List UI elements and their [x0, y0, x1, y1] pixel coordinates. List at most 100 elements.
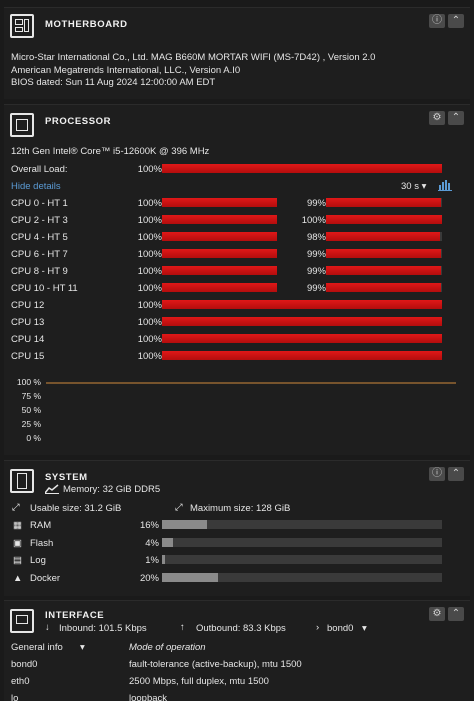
overall-load-fill: [162, 164, 442, 173]
inbound-icon: ↓: [45, 622, 50, 633]
cpu-ht-percent: 99%: [306, 198, 326, 209]
interface-select[interactable]: bond0: [327, 623, 353, 634]
storage-fill: [162, 555, 165, 564]
graph-axis-label: 100 %: [16, 377, 41, 387]
cpu-core-label: CPU 0 - HT 1: [11, 198, 68, 209]
interface-select-caret[interactable]: ▾: [362, 623, 367, 634]
flash-icon: ▣: [13, 537, 22, 549]
network-icon: [10, 609, 34, 633]
interface-panel: INTERFACE ⚙ ⌃ ↓ Inbound: 101.5 Kbps ↑ Ou…: [4, 600, 470, 701]
cpu-ht-bar: [326, 198, 442, 207]
cpu-ht-bar: [326, 215, 442, 224]
interface-row-name: eth0: [11, 676, 30, 687]
cpu-ht-percent: 100%: [301, 215, 326, 226]
docker-icon: ▲: [13, 572, 23, 584]
storage-label: RAM: [30, 520, 52, 531]
cpu-core-fill: [162, 351, 442, 360]
cpu-core-fill: [162, 198, 277, 207]
settings-button[interactable]: ⚙: [429, 111, 445, 125]
cpu-core-bar: [162, 300, 442, 309]
cpu-core-bar: [162, 317, 442, 326]
graph-axis-label: 75 %: [21, 391, 41, 401]
interface-title: INTERFACE: [45, 610, 105, 621]
interface-select-arrow[interactable]: ›: [316, 622, 319, 633]
cpu-core-fill: [162, 249, 277, 258]
cpu-core-bar: [162, 232, 277, 241]
info-button[interactable]: ⓘ: [429, 467, 445, 481]
interface-row-value: loopback: [129, 693, 168, 701]
collapse-button[interactable]: ⌃: [448, 467, 464, 481]
storage-fill: [162, 572, 218, 582]
storage-percent: 1%: [145, 555, 159, 566]
cpu-ht-percent: 98%: [306, 232, 326, 243]
processor-title: PROCESSOR: [45, 116, 112, 127]
info-select-caret[interactable]: ▾: [80, 642, 85, 653]
cpu-core-fill: [162, 317, 442, 326]
log-icon: ▤: [13, 555, 22, 566]
cpu-ht-bar: [326, 266, 442, 275]
cpu-core-fill: [162, 266, 277, 275]
cpu-ht-fill: [326, 198, 441, 207]
load-graph: [46, 375, 456, 435]
cpu-core-bar: [162, 249, 277, 258]
cpu-core-percent: 100%: [137, 198, 162, 209]
cpu-ht-bar: [326, 249, 442, 258]
cpu-core-bar: [162, 351, 442, 360]
storage-percent: 16%: [139, 520, 159, 531]
cpu-core-label: CPU 13: [11, 317, 45, 328]
motherboard-line-1: Micro-Star International Co., Ltd. MAG B…: [11, 52, 376, 63]
cpu-core-label: CPU 14: [11, 334, 45, 345]
maximum-size: Maximum size: 128 GiB: [190, 503, 291, 514]
maximum-size-icon: ⤢: [175, 502, 183, 513]
storage-bar: [162, 555, 442, 564]
interface-row-value: fault-tolerance (active-backup), mtu 150…: [129, 659, 302, 670]
system-panel: SYSTEM ⓘ ⌃ Memory: 32 GiB DDR5 ⤢ Usable …: [4, 460, 470, 596]
interval-select[interactable]: 30 s ▾: [401, 181, 426, 192]
storage-fill: [162, 520, 207, 529]
info-button[interactable]: ⓘ: [429, 14, 445, 28]
hide-details-link[interactable]: Hide details: [11, 181, 61, 192]
storage-percent: 20%: [139, 572, 159, 584]
interface-row-value: 2500 Mbps, full duplex, mtu 1500: [129, 676, 269, 687]
cpu-core-percent: 100%: [137, 283, 162, 294]
cpu-ht-percent: 99%: [306, 266, 326, 277]
cpu-core-bar: [162, 266, 277, 275]
cpu-core-percent: 100%: [137, 215, 162, 226]
storage-label: Docker: [30, 572, 61, 584]
cpu-core-fill: [162, 232, 277, 241]
usable-size: Usable size: 31.2 GiB: [30, 503, 122, 514]
cpu-core-fill: [162, 300, 442, 309]
system-icon: [10, 469, 34, 493]
storage-bar: [162, 572, 442, 582]
motherboard-line-2: American Megatrends International, LLC.,…: [11, 65, 241, 76]
cpu-ht-percent: 99%: [306, 249, 326, 260]
cpu-core-label: CPU 10 - HT 11: [11, 283, 78, 294]
chart-toggle-icon[interactable]: [438, 179, 452, 191]
storage-percent: 4%: [145, 537, 159, 549]
cpu-core-fill: [162, 283, 277, 292]
collapse-button[interactable]: ⌃: [448, 111, 464, 125]
processor-panel: PROCESSOR ⚙ ⌃ 12th Gen Intel® Core™ i5-1…: [4, 104, 470, 455]
cpu-core-bar: [162, 215, 277, 224]
info-select[interactable]: General info: [11, 642, 63, 653]
processor-model: 12th Gen Intel® Core™ i5-12600K @ 396 MH…: [11, 146, 210, 157]
usable-size-icon: ⤢: [12, 502, 20, 513]
collapse-button[interactable]: ⌃: [448, 14, 464, 28]
cpu-core-fill: [162, 334, 442, 343]
cpu-ht-fill: [326, 249, 441, 258]
settings-button[interactable]: ⚙: [429, 607, 445, 621]
outbound-icon: ↑: [180, 622, 185, 633]
cpu-core-percent: 100%: [137, 300, 162, 311]
overall-load-label: Overall Load:: [11, 164, 68, 175]
cpu-core-fill: [162, 215, 277, 224]
cpu-ht-fill: [326, 232, 440, 241]
cpu-core-label: CPU 4 - HT 5: [11, 232, 68, 243]
memory-summary: Memory: 32 GiB DDR5: [63, 484, 161, 495]
cpu-core-percent: 100%: [137, 266, 162, 277]
storage-fill: [162, 537, 174, 547]
collapse-button[interactable]: ⌃: [448, 607, 464, 621]
cpu-core-percent: 100%: [137, 334, 162, 345]
cpu-core-label: CPU 6 - HT 7: [11, 249, 68, 260]
cpu-core-label: CPU 8 - HT 9: [11, 266, 68, 277]
cpu-core-percent: 100%: [137, 317, 162, 328]
